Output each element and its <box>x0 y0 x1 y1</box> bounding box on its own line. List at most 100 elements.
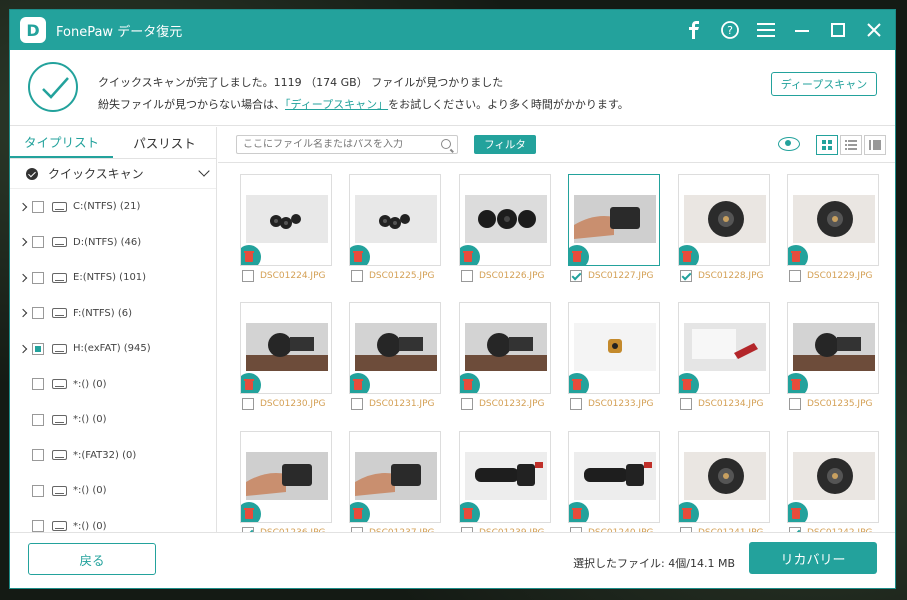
file-card[interactable]: DSC01241.JPG <box>678 431 770 532</box>
minimize-icon[interactable] <box>791 19 813 41</box>
file-checkbox[interactable] <box>351 398 363 410</box>
file-thumbnail[interactable] <box>459 431 551 523</box>
chevron-down-icon[interactable] <box>198 165 210 177</box>
file-thumbnail[interactable] <box>459 174 551 266</box>
file-card[interactable]: DSC01237.JPG <box>349 431 441 532</box>
file-thumbnail[interactable] <box>787 431 879 523</box>
search-input[interactable] <box>243 139 433 150</box>
file-card[interactable]: DSC01234.JPG <box>678 302 770 414</box>
file-thumbnail[interactable] <box>349 431 441 523</box>
file-checkbox[interactable] <box>680 270 692 282</box>
file-card[interactable]: DSC01225.JPG <box>349 174 441 286</box>
file-thumbnail[interactable] <box>787 302 879 394</box>
drive-item[interactable]: *:() (0) <box>10 473 216 509</box>
file-card[interactable]: DSC01224.JPG <box>240 174 332 286</box>
drive-checkbox[interactable] <box>32 413 44 426</box>
drive-checkbox[interactable] <box>32 449 44 462</box>
photo-thumbnail <box>246 195 328 243</box>
drive-item[interactable]: *:(FAT32) (0) <box>10 438 216 474</box>
chevron-right-icon[interactable] <box>16 273 30 282</box>
drive-checkbox[interactable] <box>32 200 44 213</box>
file-card[interactable]: DSC01242.JPG <box>787 431 879 532</box>
tab-type-list[interactable]: タイプリスト <box>10 127 113 158</box>
file-thumbnail[interactable] <box>678 302 770 394</box>
app-title: FonePaw データ復元 <box>56 24 183 40</box>
deep-scan-link[interactable]: 「ディープスキャン」 <box>285 98 388 111</box>
file-thumbnail[interactable] <box>240 302 332 394</box>
chevron-right-icon[interactable] <box>16 344 30 353</box>
file-thumbnail[interactable] <box>678 431 770 523</box>
list-view-button[interactable] <box>840 135 862 155</box>
detail-view-button[interactable] <box>864 135 886 155</box>
drive-item[interactable]: C:(NTFS) (21) <box>10 189 216 225</box>
file-thumbnail[interactable] <box>568 174 660 266</box>
drive-checkbox[interactable] <box>32 520 44 533</box>
tab-path-list[interactable]: パスリスト <box>113 127 216 158</box>
deep-scan-button[interactable]: ディープスキャン <box>771 72 877 96</box>
file-thumbnail[interactable] <box>240 431 332 523</box>
file-card[interactable]: DSC01240.JPG <box>568 431 660 532</box>
file-thumbnail[interactable] <box>568 302 660 394</box>
facebook-icon[interactable] <box>683 19 705 41</box>
detail-icon <box>869 140 881 150</box>
drive-item[interactable]: F:(NTFS) (6) <box>10 296 216 332</box>
file-checkbox[interactable] <box>351 270 363 282</box>
file-name: DSC01235.JPG <box>807 399 873 409</box>
file-thumbnail[interactable] <box>787 174 879 266</box>
drive-item[interactable]: *:() (0) <box>10 367 216 403</box>
file-checkbox[interactable] <box>680 398 692 410</box>
file-checkbox[interactable] <box>570 398 582 410</box>
drive-checkbox[interactable] <box>32 342 44 355</box>
file-checkbox[interactable] <box>242 270 254 282</box>
feedback-icon[interactable]: ? <box>719 19 741 41</box>
recover-button[interactable]: リカバリー <box>749 542 877 574</box>
file-thumbnail[interactable] <box>240 174 332 266</box>
filter-button[interactable]: フィルタ <box>474 135 536 154</box>
file-card[interactable]: DSC01232.JPG <box>459 302 551 414</box>
file-checkbox[interactable] <box>461 270 473 282</box>
drive-item[interactable]: *:() (0) <box>10 402 216 438</box>
chevron-right-icon[interactable] <box>16 238 30 247</box>
drive-checkbox[interactable] <box>32 484 44 497</box>
file-card[interactable]: DSC01231.JPG <box>349 302 441 414</box>
file-card[interactable]: DSC01235.JPG <box>787 302 879 414</box>
drive-checkbox[interactable] <box>32 236 44 249</box>
file-checkbox[interactable] <box>789 270 801 282</box>
file-card[interactable]: DSC01227.JPG <box>568 174 660 286</box>
file-thumbnail[interactable] <box>459 302 551 394</box>
drive-checkbox[interactable] <box>32 307 44 320</box>
close-icon[interactable] <box>863 19 885 41</box>
file-card[interactable]: DSC01230.JPG <box>240 302 332 414</box>
file-name: DSC01227.JPG <box>588 271 654 281</box>
quick-scan-row[interactable]: クイックスキャン <box>10 159 216 189</box>
file-card[interactable]: DSC01236.JPG <box>240 431 332 532</box>
file-thumbnail[interactable] <box>568 431 660 523</box>
photo-thumbnail <box>355 195 437 243</box>
file-checkbox[interactable] <box>242 398 254 410</box>
menu-icon[interactable] <box>755 19 777 41</box>
file-card[interactable]: DSC01229.JPG <box>787 174 879 286</box>
file-checkbox[interactable] <box>461 398 473 410</box>
file-thumbnail[interactable] <box>349 302 441 394</box>
drive-item[interactable]: H:(exFAT) (945) <box>10 331 216 367</box>
drive-item[interactable]: E:(NTFS) (101) <box>10 260 216 296</box>
file-card[interactable]: DSC01233.JPG <box>568 302 660 414</box>
preview-eye-icon[interactable] <box>778 137 800 151</box>
file-thumbnail[interactable] <box>349 174 441 266</box>
grid-view-button[interactable] <box>816 135 838 155</box>
file-row: DSC01241.JPG <box>678 523 770 532</box>
chevron-right-icon[interactable] <box>16 309 30 318</box>
file-card[interactable]: DSC01226.JPG <box>459 174 551 286</box>
file-thumbnail[interactable] <box>678 174 770 266</box>
search-icon[interactable] <box>441 139 451 149</box>
file-card[interactable]: DSC01239.JPG <box>459 431 551 532</box>
file-checkbox[interactable] <box>789 398 801 410</box>
file-checkbox[interactable] <box>570 270 582 282</box>
chevron-right-icon[interactable] <box>16 202 30 211</box>
drive-item[interactable]: D:(NTFS) (46) <box>10 225 216 261</box>
maximize-icon[interactable] <box>827 19 849 41</box>
drive-checkbox[interactable] <box>32 378 44 391</box>
file-card[interactable]: DSC01228.JPG <box>678 174 770 286</box>
back-button[interactable]: 戻る <box>28 543 156 575</box>
drive-checkbox[interactable] <box>32 271 44 284</box>
